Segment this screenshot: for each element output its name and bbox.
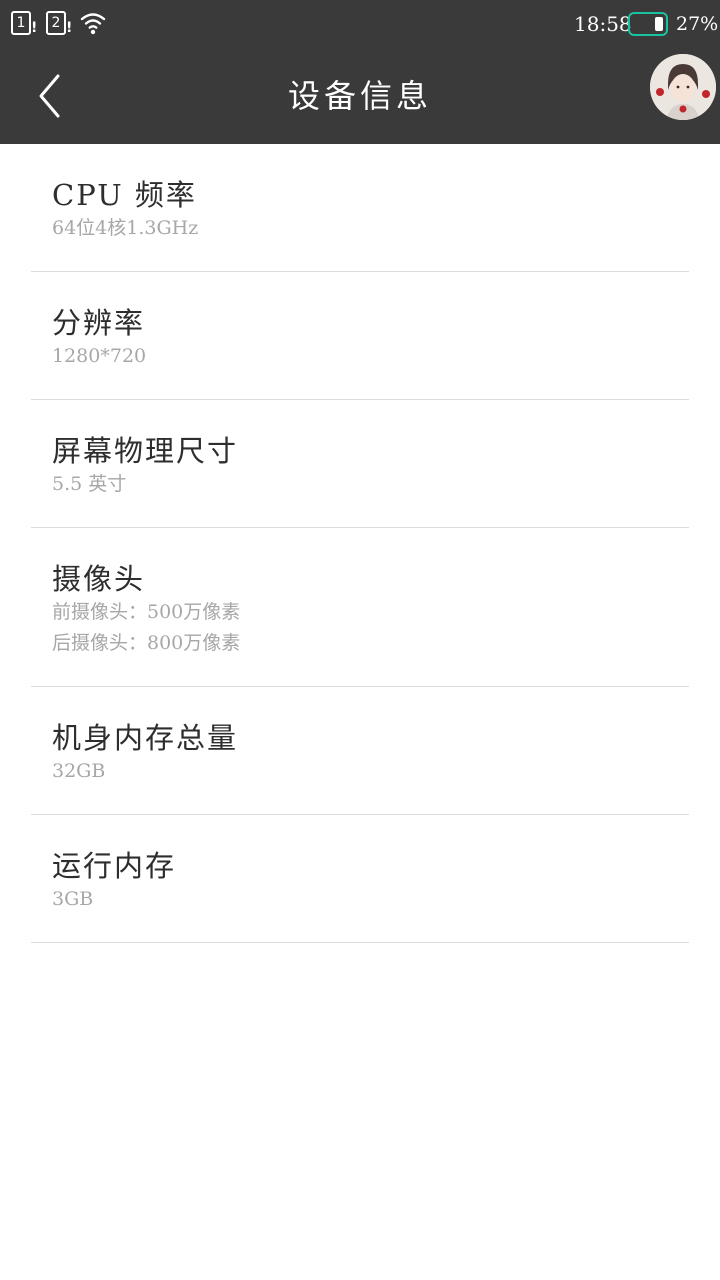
page-title: 设备信息 <box>287 77 432 115</box>
battery-icon <box>628 12 668 36</box>
item-value: 5.5 英寸 <box>52 473 127 495</box>
device-info-list: CPU 频率 64位4核1.3GHz 分辨率 1280*720 屏幕物理尺寸 5… <box>0 144 720 943</box>
sim-2-icon: 2 <box>46 11 66 35</box>
sim-2-alert-mark: ! <box>66 20 73 36</box>
battery-level-fill <box>655 17 663 31</box>
item-value: 1280*720 <box>52 345 147 367</box>
list-item-storage: 机身内存总量 32GB <box>31 687 689 815</box>
sim-1-icon: 1 <box>11 11 31 35</box>
item-value: 3GB <box>52 888 94 910</box>
sim-1-alert-mark: ! <box>31 20 38 36</box>
item-value-rear-camera: 后摄像头：800万像素 <box>52 632 241 654</box>
list-item-camera: 摄像头 前摄像头：500万像素 后摄像头：800万像素 <box>31 528 689 687</box>
status-time: 18:58 <box>574 12 632 36</box>
avatar[interactable] <box>650 54 716 120</box>
item-title: 屏幕物理尺寸 <box>52 434 239 468</box>
sim-2-label: 2 <box>51 15 61 31</box>
battery-percent: 27% <box>676 13 719 35</box>
wifi-icon <box>80 13 106 35</box>
status-bar: 1 ! 2 ! 18:58 27% <box>0 0 720 48</box>
item-value: 64位4核1.3GHz <box>52 217 199 239</box>
list-item-cpu: CPU 频率 64位4核1.3GHz <box>31 144 689 272</box>
list-item-screen-size: 屏幕物理尺寸 5.5 英寸 <box>31 400 689 528</box>
item-title: 运行内存 <box>52 849 177 883</box>
item-title: 机身内存总量 <box>52 721 239 755</box>
item-value: 32GB <box>52 760 106 782</box>
list-item-ram: 运行内存 3GB <box>31 815 689 943</box>
sim-1-label: 1 <box>16 15 26 31</box>
item-title: CPU 频率 <box>52 178 197 212</box>
item-title: 摄像头 <box>52 562 146 596</box>
app-bar: 设备信息 <box>0 48 720 144</box>
avatar-illustration <box>650 54 716 120</box>
item-value-front-camera: 前摄像头：500万像素 <box>52 601 241 623</box>
item-title: 分辨率 <box>52 306 146 340</box>
list-item-resolution: 分辨率 1280*720 <box>31 272 689 400</box>
